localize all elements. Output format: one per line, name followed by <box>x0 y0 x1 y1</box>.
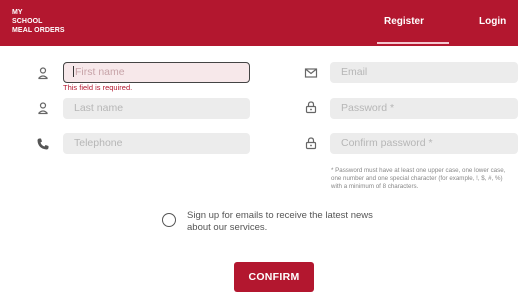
telephone-placeholder: Telephone <box>74 137 123 149</box>
confirm-password-placeholder: Confirm password * <box>341 137 433 149</box>
email-placeholder: Email <box>341 66 368 78</box>
nav-active-indicator <box>377 42 449 44</box>
brand-line-3: MEAL ORDERS <box>12 27 65 34</box>
first-name-placeholder: First name <box>75 66 125 78</box>
first-name-error: This field is required. <box>63 83 133 92</box>
lock-icon <box>304 136 318 150</box>
password-hint: * Password must have at least one upper … <box>331 167 506 191</box>
last-name-field[interactable]: Last name <box>63 98 250 119</box>
email-field[interactable]: Email <box>330 62 518 83</box>
brand-line-1: MY <box>12 9 23 16</box>
nav-login-link[interactable]: Login <box>479 16 506 27</box>
top-bar: MY SCHOOL MEAL ORDERS Register Login <box>0 0 518 46</box>
envelope-icon <box>304 66 318 80</box>
confirm-button[interactable]: CONFIRM <box>234 262 314 292</box>
user-icon <box>36 101 50 115</box>
lock-icon <box>304 100 318 114</box>
phone-icon <box>36 137 50 151</box>
brand-logo[interactable]: MY SCHOOL MEAL ORDERS <box>12 8 65 35</box>
nav-register-link[interactable]: Register <box>384 16 424 27</box>
first-name-field[interactable]: First name <box>63 62 250 83</box>
signup-label: Sign up for emails to receive the latest… <box>187 210 373 233</box>
confirm-password-field[interactable]: Confirm password * <box>330 133 518 154</box>
user-icon <box>36 66 50 80</box>
signup-radio[interactable] <box>162 213 176 227</box>
last-name-placeholder: Last name <box>74 102 124 114</box>
password-field[interactable]: Password * <box>330 98 518 119</box>
password-placeholder: Password * <box>341 102 395 114</box>
telephone-field[interactable]: Telephone <box>63 133 250 154</box>
brand-line-2: SCHOOL <box>12 18 43 25</box>
text-cursor <box>73 66 74 77</box>
